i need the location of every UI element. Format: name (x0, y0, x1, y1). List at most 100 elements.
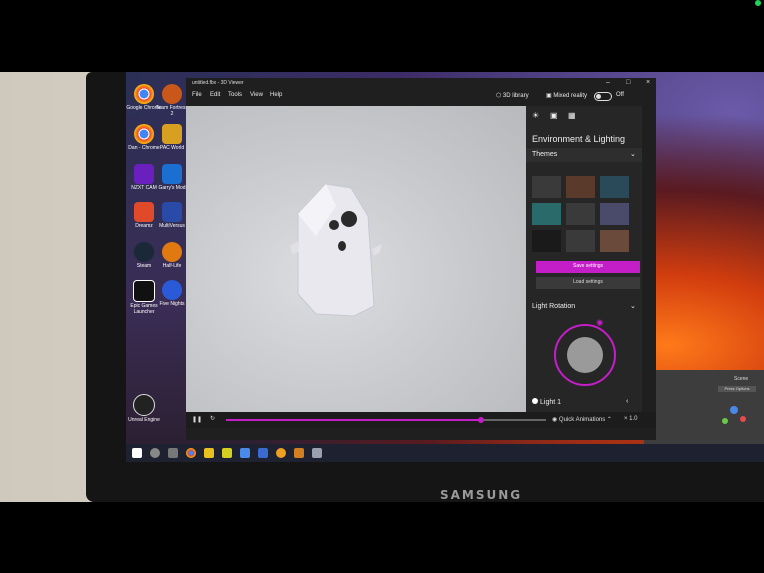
axis-gizmo-icon[interactable] (730, 406, 738, 414)
theme-tile[interactable] (600, 230, 629, 252)
file-explorer-icon[interactable] (204, 448, 214, 458)
menu-tools[interactable]: Tools (228, 92, 242, 98)
axis-x-icon[interactable] (740, 416, 746, 422)
epic-icon (133, 280, 155, 302)
save-settings-button[interactable]: Save settings (536, 261, 640, 273)
gmod-icon (162, 164, 182, 184)
desktop-icon-label: Team Fortress 2 (156, 105, 188, 117)
3d-viewport[interactable] (186, 106, 526, 416)
theme-tile[interactable] (566, 176, 595, 198)
sun-icon[interactable]: ☀ (532, 111, 539, 120)
theme-grid (532, 176, 636, 256)
desktop-icon-label: Dreamz (135, 223, 153, 229)
maximize-button[interactable]: □ (626, 79, 630, 86)
toggle-knob (596, 94, 601, 99)
halflife-icon (162, 242, 182, 262)
desktop-icon-tf2[interactable]: Team Fortress 2 (154, 84, 190, 117)
loop-icon[interactable]: ↻ (210, 415, 215, 422)
theme-tile[interactable] (532, 203, 561, 225)
load-settings-button[interactable]: Load settings (536, 277, 640, 289)
tf2-icon (162, 84, 182, 104)
theme-tile[interactable] (600, 203, 629, 225)
desktop-icon-label: MultiVersus (159, 223, 185, 229)
ghost-eye-left (329, 220, 339, 230)
app-icon (162, 280, 182, 300)
animation-bar: ❚❚ ↻ ◉ Quick Animations ⌃ × 1.0 (186, 412, 656, 428)
quick-animations-label: Quick Animations (558, 417, 606, 423)
3d-viewer-window: untitled.fbx - 3D Viewer – □ × File Edit… (186, 78, 656, 440)
steam-icon (134, 242, 154, 262)
theme-tile[interactable] (532, 176, 561, 198)
theme-tile[interactable] (566, 203, 595, 225)
desktop-icon-label: NZXT CAM (131, 185, 157, 191)
close-button[interactable]: × (646, 79, 650, 86)
timeline-track[interactable] (226, 417, 546, 423)
app-taskbar-icon[interactable] (258, 448, 268, 458)
stats-icon[interactable]: ▦ (568, 111, 576, 120)
minimize-button[interactable]: – (606, 79, 610, 86)
ghost-arm-left (290, 241, 299, 254)
windows-taskbar (126, 444, 764, 462)
monitor-brand-logo: SAMSUNG (440, 488, 523, 502)
desktop-icon-pac-world[interactable]: PAC World (154, 124, 190, 151)
desktop-icon-gmod[interactable]: Garry's Mod (154, 164, 190, 191)
theme-tile[interactable] (566, 230, 595, 252)
todo-icon[interactable] (240, 448, 250, 458)
chevron-left-icon: ‹ (626, 398, 629, 405)
light-rotation-sphere (567, 337, 603, 373)
3d-library-label: 3D library (502, 93, 529, 99)
pause-button[interactable]: ❚❚ (192, 416, 202, 423)
chrome-taskbar-icon[interactable] (186, 448, 196, 458)
task-view-icon[interactable] (168, 448, 178, 458)
chevron-down-icon: ⌄ (630, 303, 636, 310)
press-options-button[interactable]: Press Options (718, 386, 756, 392)
start-icon[interactable] (132, 448, 142, 458)
light-rotation-header[interactable]: Light Rotation ⌄ (526, 300, 642, 314)
timeline-thumb[interactable] (478, 417, 484, 423)
menu-bar: File Edit Tools View Help ⬡ 3D library ▣… (186, 88, 656, 106)
themes-header[interactable]: Themes ⌄ (526, 148, 642, 162)
window-title: untitled.fbx - 3D Viewer (192, 80, 244, 86)
mixed-reality-label: ▣ Mixed reality (546, 93, 588, 99)
desktop-icon-label: Five Nights (159, 301, 185, 307)
mixed-reality-toggle[interactable] (594, 92, 612, 101)
theme-tile[interactable] (600, 176, 629, 198)
themes-label: Themes (532, 151, 558, 158)
unreal-icon (133, 394, 155, 416)
app-icon (162, 202, 182, 222)
menu-view[interactable]: View (250, 92, 263, 98)
desktop-icon-halflife[interactable]: Half-Life (154, 242, 190, 269)
3d-viewer-taskbar-icon[interactable] (312, 448, 322, 458)
light-sun-handle-icon[interactable]: ✺ (596, 318, 604, 329)
environment-lighting-panel: ☀ ▣ ▦ Environment & Lighting Themes ⌄ Sa… (526, 106, 642, 416)
ghost-eye-right (341, 211, 357, 227)
speed-label[interactable]: × 1.0 (624, 416, 638, 422)
recording-indicator (755, 0, 761, 6)
3d-library-button[interactable]: ⬡ 3D library (496, 92, 529, 99)
light-1-label: Light 1 (540, 399, 562, 406)
timeline-progress (226, 419, 481, 421)
chrome-icon (134, 124, 154, 144)
image-icon[interactable]: ▣ (550, 111, 558, 120)
menu-edit[interactable]: Edit (210, 92, 220, 98)
light-rotation-label: Light Rotation (532, 303, 576, 310)
menu-help[interactable]: Help (270, 92, 282, 98)
quick-animations-button[interactable]: ◉ Quick Animations ⌃ (552, 416, 612, 423)
blender-taskbar-icon[interactable] (276, 448, 286, 458)
ghost-model-canvas[interactable] (186, 106, 526, 416)
app-taskbar-icon-2[interactable] (294, 448, 304, 458)
desktop-icon-five-nights[interactable]: Five Nights (154, 280, 190, 307)
desktop-icon-multiversus[interactable]: MultiVersus (154, 202, 190, 229)
sticky-notes-icon[interactable] (222, 448, 232, 458)
light-rotation-dial[interactable] (554, 324, 616, 386)
menu-file[interactable]: File (192, 92, 202, 98)
photo-letterbox-top (0, 0, 764, 72)
desktop-icon-unreal[interactable]: Unreal Engine (126, 394, 162, 423)
desktop-icon-label: Garry's Mod (158, 185, 186, 191)
axis-y-icon[interactable] (722, 418, 728, 424)
theme-tile[interactable] (532, 230, 561, 252)
nzxt-icon (134, 164, 154, 184)
ghost-mouth (338, 241, 346, 251)
search-icon[interactable] (150, 448, 160, 458)
light-1-row[interactable]: Light 1 ‹ (526, 396, 642, 410)
